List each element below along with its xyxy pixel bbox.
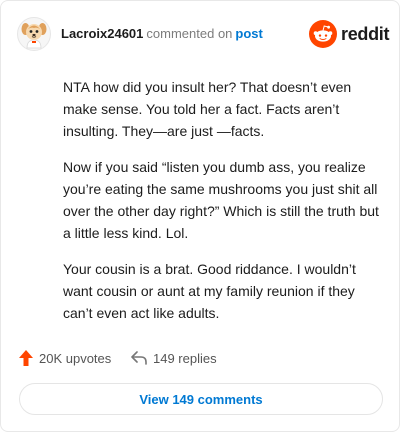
- reply-count: 149 replies: [153, 350, 217, 366]
- reddit-logo[interactable]: reddit: [309, 20, 390, 48]
- reddit-alien-icon: [309, 20, 337, 48]
- upvote-arrow-icon: [19, 350, 33, 366]
- comment-paragraph: NTA how did you insult her? That doesn’t…: [63, 79, 352, 139]
- upvote-count: 20K upvotes: [39, 350, 112, 366]
- comment-paragraph: Your cousin is a brat. Good riddance. I …: [63, 261, 356, 321]
- cartoon-dog-avatar-icon[interactable]: [17, 17, 51, 51]
- username-link[interactable]: Lacroix24601: [61, 26, 143, 41]
- upvote-button[interactable]: 20K upvotes: [19, 348, 111, 368]
- comment-header: Lacroix24601 commented on post reddit: [17, 17, 390, 53]
- brand-wordmark: reddit: [341, 24, 390, 44]
- comment-body: NTA how did you insult her? That doesn’t…: [63, 76, 383, 338]
- post-link[interactable]: post: [235, 26, 262, 41]
- action-text: commented on: [146, 26, 233, 41]
- comment-paragraph: Now if you said “listen you dumb ass, yo…: [63, 159, 379, 241]
- reply-arrow-icon: [131, 351, 147, 365]
- replies-button[interactable]: 149 replies: [131, 348, 217, 368]
- view-comments-button[interactable]: View 149 comments: [19, 383, 383, 415]
- comment-actions: 20K upvotes 149 replies: [19, 348, 379, 368]
- comment-meta: Lacroix24601 commented on post: [61, 26, 263, 42]
- comment-card: Lacroix24601 commented on post reddit NTA …: [0, 0, 400, 432]
